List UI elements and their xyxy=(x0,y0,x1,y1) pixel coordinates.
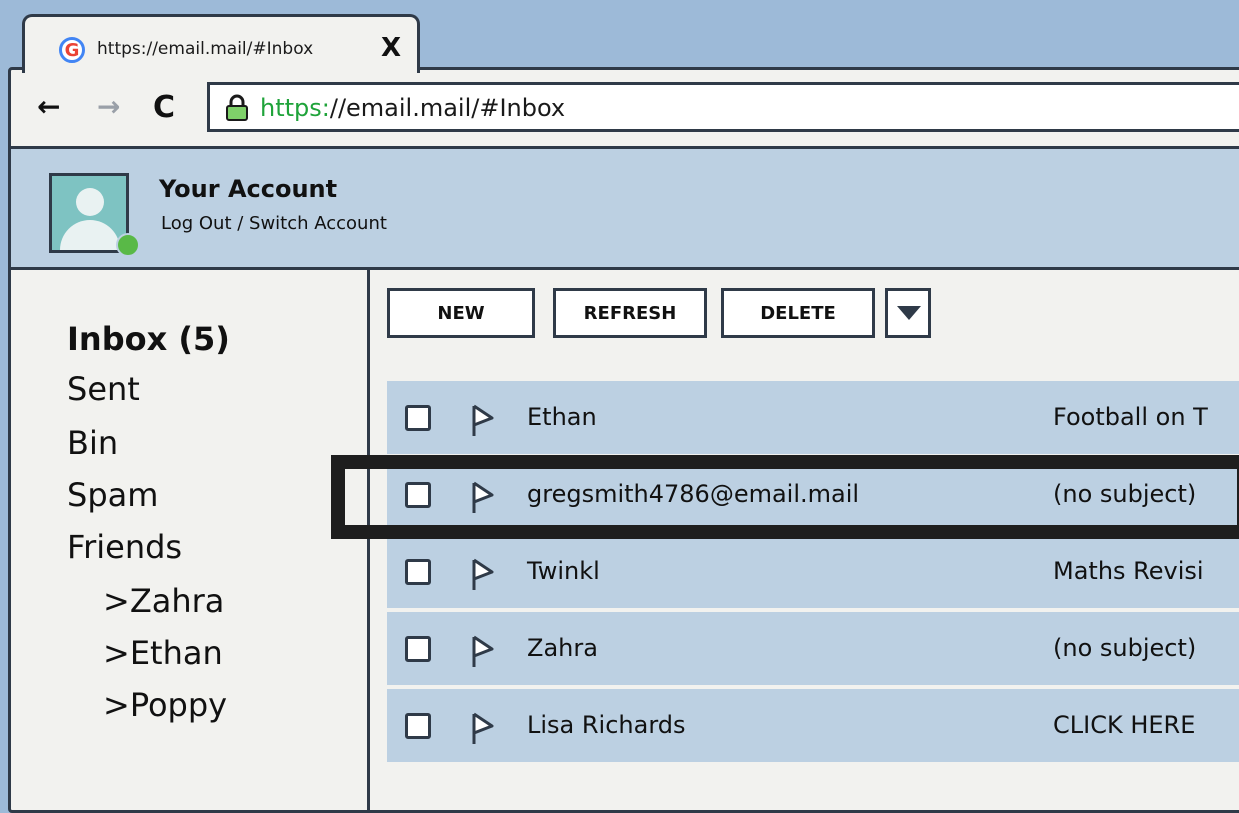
email-subject: (no subject) xyxy=(1053,634,1197,662)
email-sender: Zahra xyxy=(527,634,598,662)
tab-title: https://email.mail/#Inbox xyxy=(97,39,314,59)
flag-icon[interactable] xyxy=(471,403,495,437)
url-scheme: https: xyxy=(260,94,330,122)
close-tab-icon[interactable]: X xyxy=(381,33,401,63)
google-favicon-icon: G xyxy=(59,37,85,63)
delete-button[interactable]: DELETE xyxy=(721,288,875,338)
back-arrow-icon[interactable]: ← xyxy=(37,90,60,123)
flag-icon[interactable] xyxy=(471,480,495,514)
new-button[interactable]: NEW xyxy=(387,288,535,338)
sidebar-item-ethan[interactable]: >Ethan xyxy=(103,634,223,672)
email-sender: gregsmith4786@email.mail xyxy=(527,480,860,508)
refresh-button[interactable]: REFRESH xyxy=(553,288,707,338)
flag-icon[interactable] xyxy=(471,634,495,668)
url-path: //email.mail/#Inbox xyxy=(329,94,566,122)
select-checkbox[interactable] xyxy=(405,636,431,662)
email-subject: CLICK HERE xyxy=(1053,711,1196,739)
email-row[interactable]: Zahra (no subject) xyxy=(387,612,1239,685)
select-checkbox[interactable] xyxy=(405,405,431,431)
folder-sidebar: Inbox (5) Sent Bin Spam Friends >Zahra >… xyxy=(11,270,370,810)
email-subject: (no subject) xyxy=(1053,480,1197,508)
email-row[interactable]: Lisa Richards CLICK HERE xyxy=(387,689,1239,762)
select-checkbox[interactable] xyxy=(405,713,431,739)
browser-window: ← → C https://email.mail/#Inbox Your Acc… xyxy=(8,67,1239,813)
browser-tab[interactable]: G https://email.mail/#Inbox X xyxy=(22,14,420,73)
dropdown-arrow-icon xyxy=(897,306,921,320)
browser-toolbar: ← → C https://email.mail/#Inbox xyxy=(11,70,1239,149)
online-status-icon xyxy=(116,233,140,257)
email-sender: Lisa Richards xyxy=(527,711,686,739)
email-sender: Twinkl xyxy=(527,557,600,585)
url-text: https://email.mail/#Inbox xyxy=(260,94,565,122)
email-subject: Football on T xyxy=(1053,403,1208,431)
email-row[interactable]: gregsmith4786@email.mail (no subject) xyxy=(387,458,1239,531)
email-row[interactable]: Ethan Football on T xyxy=(387,381,1239,454)
address-bar[interactable]: https://email.mail/#Inbox xyxy=(207,82,1239,132)
sidebar-item-poppy[interactable]: >Poppy xyxy=(103,686,227,724)
account-bar: Your Account Log Out / Switch Account xyxy=(11,149,1239,270)
forward-arrow-icon[interactable]: → xyxy=(97,90,120,123)
email-sender: Ethan xyxy=(527,403,597,431)
flag-icon[interactable] xyxy=(471,557,495,591)
select-checkbox[interactable] xyxy=(405,559,431,585)
more-actions-dropdown[interactable] xyxy=(885,288,931,338)
avatar-head xyxy=(76,188,104,216)
email-row[interactable]: Twinkl Maths Revisi xyxy=(387,535,1239,608)
account-name: Your Account xyxy=(159,175,338,203)
lock-icon xyxy=(226,94,248,121)
reload-icon[interactable]: C xyxy=(153,90,175,125)
sidebar-item-friends[interactable]: Friends xyxy=(67,528,182,566)
logout-switch-link[interactable]: Log Out / Switch Account xyxy=(161,213,387,234)
flag-icon[interactable] xyxy=(471,711,495,745)
sidebar-item-zahra[interactable]: >Zahra xyxy=(103,582,224,620)
avatar-body xyxy=(60,220,120,250)
sidebar-item-inbox[interactable]: Inbox (5) xyxy=(67,320,230,358)
sidebar-item-bin[interactable]: Bin xyxy=(67,424,118,462)
sidebar-item-sent[interactable]: Sent xyxy=(67,370,140,408)
sidebar-item-spam[interactable]: Spam xyxy=(67,476,158,514)
email-subject: Maths Revisi xyxy=(1053,557,1204,585)
select-checkbox[interactable] xyxy=(405,482,431,508)
